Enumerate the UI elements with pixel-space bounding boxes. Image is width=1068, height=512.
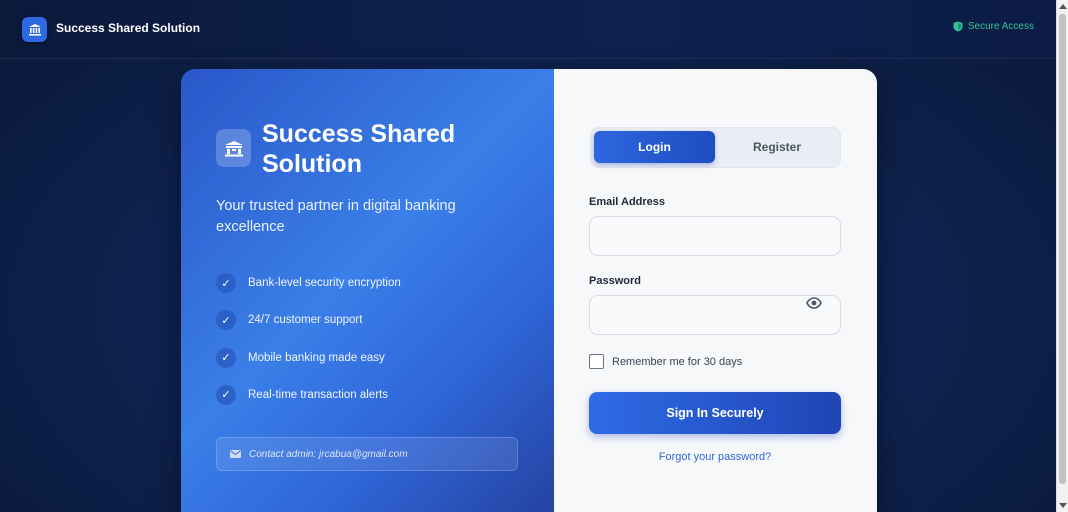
checkmark-icon: ✓ [216, 347, 236, 368]
scroll-up-arrow[interactable] [1059, 4, 1067, 9]
feature-label: Real-time transaction alerts [248, 388, 388, 401]
auth-tabs: Login Register [590, 127, 841, 168]
bank-building-icon [216, 129, 251, 167]
secure-access-indicator: Secure Access [953, 21, 1034, 32]
contact-admin-box: Contact admin: jrcabua@gmail.com [216, 437, 518, 471]
forgot-password-link[interactable]: Forgot your password? [589, 451, 841, 463]
remember-me[interactable]: Remember me for 30 days [589, 354, 742, 369]
remember-checkbox[interactable] [589, 354, 604, 369]
list-item: ✓ Real-time transaction alerts [216, 384, 401, 405]
bank-icon[interactable] [22, 17, 47, 42]
feature-label: 24/7 customer support [248, 314, 363, 327]
auth-card: Success Shared Solution Your trusted par… [181, 69, 877, 512]
tab-register[interactable]: Register [717, 131, 837, 163]
password-field[interactable] [589, 295, 841, 335]
remember-label[interactable]: Remember me for 30 days [612, 356, 742, 368]
list-item: ✓ Bank-level security encryption [216, 273, 401, 293]
page-scrollbar[interactable] [1056, 0, 1068, 512]
list-item: ✓ 24/7 customer support [216, 310, 401, 331]
contact-admin-text: Contact admin: jrcabua@gmail.com [249, 448, 408, 460]
secure-access-label: Secure Access [967, 21, 1034, 32]
login-form-panel: Login Register Email Address Password Re… [554, 69, 877, 512]
hero-subtitle: Your trusted partner in digital banking … [216, 198, 456, 235]
feature-label: Bank-level security encryption [248, 277, 401, 289]
checkmark-icon: ✓ [216, 384, 236, 405]
scroll-down-arrow[interactable] [1059, 503, 1067, 508]
sign-in-button[interactable]: Sign In Securely [589, 392, 841, 434]
top-navbar: Success Shared Solution Secure Access [0, 0, 1056, 59]
email-label: Email Address [589, 196, 666, 208]
brand-name[interactable]: Success Shared Solution [56, 21, 200, 35]
hero-panel: Success Shared Solution Your trusted par… [181, 69, 554, 512]
scroll-thumb[interactable] [1059, 14, 1066, 484]
envelope-icon [230, 450, 241, 458]
eye-icon[interactable] [806, 297, 822, 309]
email-field[interactable] [589, 216, 841, 256]
feature-list: ✓ Bank-level security encryption ✓ 24/7 … [216, 273, 401, 422]
checkmark-icon: ✓ [216, 273, 236, 293]
list-item: ✓ Mobile banking made easy [216, 347, 401, 368]
feature-label: Mobile banking made easy [248, 351, 385, 364]
tab-login[interactable]: Login [594, 131, 715, 163]
hero-title: Success Shared Solution [262, 120, 456, 178]
checkmark-icon: ✓ [216, 310, 236, 331]
shield-icon [953, 21, 963, 32]
password-label: Password [589, 275, 641, 287]
